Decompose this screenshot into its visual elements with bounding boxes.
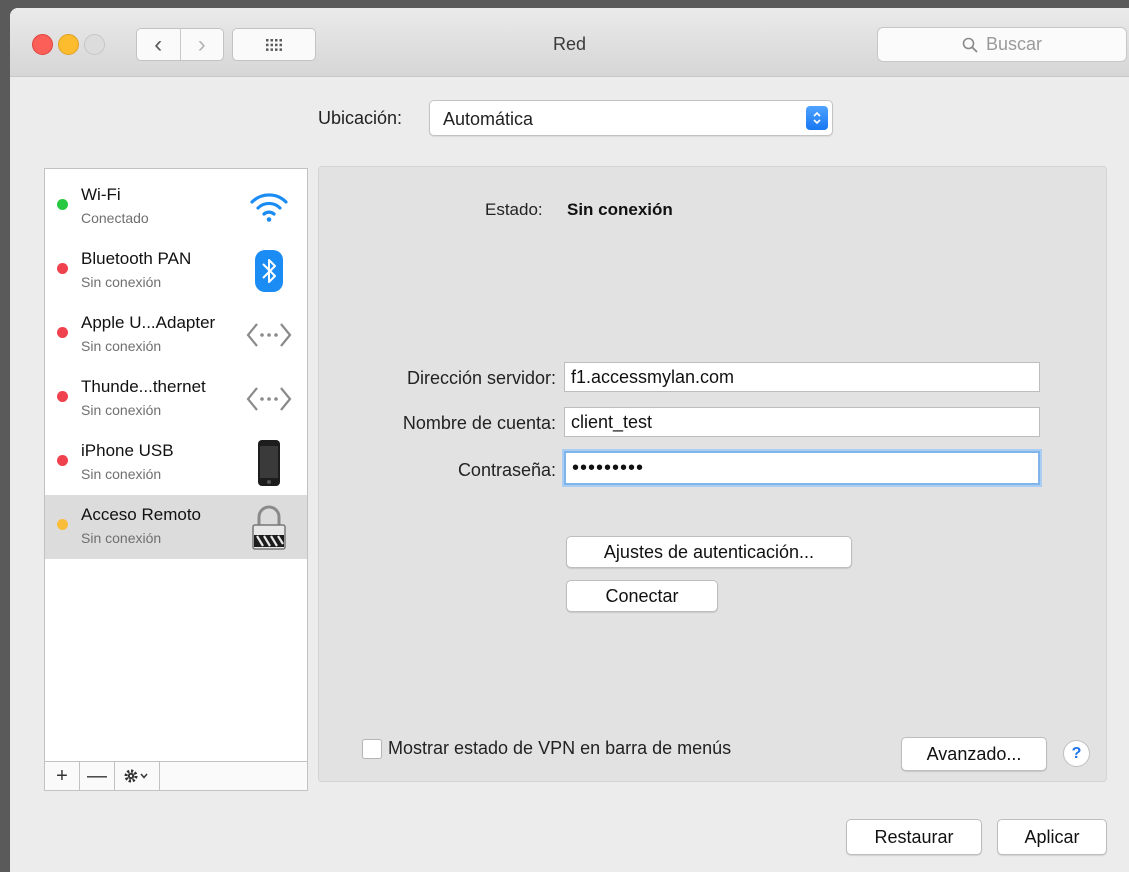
gear-icon (124, 769, 148, 783)
service-status: Sin conexión (81, 530, 162, 546)
service-list-controls: + — (45, 761, 307, 790)
wifi-icon (245, 183, 293, 231)
service-name: iPhone USB (81, 441, 174, 460)
service-name: Wi-Fi (81, 185, 121, 204)
service-list: Wi-Fi Conectado Bluetooth PAN Sin conexi… (44, 168, 308, 791)
plus-icon: + (56, 764, 68, 787)
updown-chevron-icon (806, 106, 828, 130)
title-bar: ‹ › Red Buscar (10, 8, 1129, 77)
advanced-button[interactable]: Avanzado... (901, 737, 1047, 771)
status-label: Estado: (485, 200, 543, 219)
server-address-label: Dirección servidor: (406, 368, 556, 388)
password-label: Contraseña: (457, 460, 556, 480)
show-vpn-status-checkbox[interactable] (362, 739, 382, 759)
status-dot (57, 263, 68, 274)
service-status: Sin conexión (81, 402, 162, 418)
search-field[interactable]: Buscar (877, 27, 1127, 62)
apply-button[interactable]: Aplicar (997, 819, 1107, 855)
remove-service-button[interactable]: — (80, 762, 115, 790)
bluetooth-icon (245, 247, 293, 295)
network-preferences-window: ‹ › Red Buscar Ubicación: Automática Wi-… (10, 8, 1129, 872)
show-vpn-status-label: Mostrar estado de VPN en barra de menús (388, 738, 732, 758)
authentication-settings-button[interactable]: Ajustes de autenticación... (566, 536, 852, 568)
account-name-field[interactable]: client_test (564, 407, 1040, 437)
location-select[interactable]: Automática (429, 100, 833, 136)
service-name: Acceso Remoto (81, 505, 201, 524)
ethernet-icon (245, 375, 293, 423)
search-placeholder: Buscar (985, 34, 1043, 54)
location-value: Automática (443, 109, 534, 129)
action-menu-button[interactable] (115, 762, 160, 790)
search-icon (962, 37, 978, 53)
service-status: Sin conexión (81, 338, 162, 354)
service-status: Sin conexión (81, 274, 162, 290)
ethernet-icon (245, 311, 293, 359)
service-item-wifi[interactable]: Wi-Fi Conectado (45, 175, 307, 239)
status-dot (57, 199, 68, 210)
service-name: Apple U...Adapter (81, 313, 216, 332)
password-field[interactable]: ••••••••• (564, 451, 1040, 485)
service-item-bluetooth-pan[interactable]: Bluetooth PAN Sin conexión (45, 239, 307, 303)
vpn-lock-icon (245, 503, 293, 551)
service-item-apple-usb-adapter[interactable]: Apple U...Adapter Sin conexión (45, 303, 307, 367)
server-address-field[interactable]: f1.accessmylan.com (564, 362, 1040, 392)
connect-button[interactable]: Conectar (566, 580, 718, 612)
service-name: Bluetooth PAN (81, 249, 192, 268)
status-value: Sin conexión (567, 200, 673, 219)
revert-button[interactable]: Restaurar (846, 819, 982, 855)
help-button[interactable]: ? (1063, 740, 1090, 767)
location-label: Ubicación: (318, 108, 403, 128)
status-dot (57, 519, 68, 530)
service-name: Thunde...thernet (81, 377, 206, 396)
add-service-button[interactable]: + (45, 762, 80, 790)
iphone-icon (245, 439, 293, 487)
account-name-label: Nombre de cuenta: (402, 413, 556, 433)
service-status: Sin conexión (81, 466, 162, 482)
service-status: Conectado (81, 210, 149, 226)
service-item-thunderbolt-ethernet[interactable]: Thunde...thernet Sin conexión (45, 367, 307, 431)
service-item-iphone-usb[interactable]: iPhone USB Sin conexión (45, 431, 307, 495)
status-dot (57, 327, 68, 338)
service-item-acceso-remoto[interactable]: Acceso Remoto Sin conexión (45, 495, 307, 559)
minus-icon: — (87, 764, 107, 787)
status-dot (57, 455, 68, 466)
status-dot (57, 391, 68, 402)
